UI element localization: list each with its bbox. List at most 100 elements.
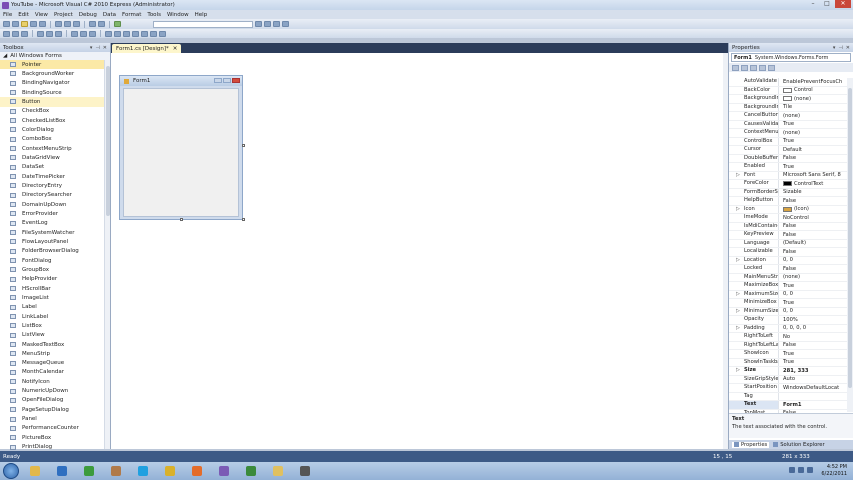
- property-value[interactable]: Form1: [779, 401, 848, 409]
- toolbox-item-checkbox[interactable]: CheckBox: [0, 107, 104, 116]
- horizontal-spacing-icon[interactable]: [105, 30, 112, 37]
- property-value[interactable]: [779, 393, 848, 401]
- expand-icon[interactable]: ▷: [736, 325, 740, 331]
- property-row-minimumsize[interactable]: ▷ MinimumSize 0, 0: [729, 307, 848, 316]
- toolbox-item-bindingsource[interactable]: BindingSource: [0, 88, 104, 97]
- menu-debug[interactable]: Debug: [79, 12, 97, 18]
- chrome-app[interactable]: [79, 464, 99, 479]
- align-rights-icon[interactable]: [21, 30, 28, 37]
- property-row-minimizebox[interactable]: MinimizeBox True: [729, 299, 848, 308]
- toolbox-item-pagesetupdialog[interactable]: PageSetupDialog: [0, 405, 104, 414]
- property-row-helpbutton[interactable]: HelpButton False: [729, 197, 848, 206]
- close-button[interactable]: ✕: [835, 0, 851, 8]
- align-lefts-icon[interactable]: [3, 30, 10, 37]
- property-value[interactable]: False: [779, 155, 848, 163]
- property-row-keypreview[interactable]: KeyPreview False: [729, 231, 848, 240]
- property-value[interactable]: False: [779, 342, 848, 350]
- align-middles-icon[interactable]: [46, 30, 53, 37]
- maximize-button[interactable]: □: [821, 0, 833, 8]
- property-value[interactable]: 100%: [779, 316, 848, 324]
- property-row-opacity[interactable]: Opacity 100%: [729, 316, 848, 325]
- toolbox-item-filesystemwatcher[interactable]: FileSystemWatcher: [0, 228, 104, 237]
- property-value[interactable]: False: [779, 231, 848, 239]
- clock[interactable]: 4:52 PM 6/22/2011: [821, 464, 847, 478]
- find-icon[interactable]: [255, 21, 262, 27]
- property-value[interactable]: 281, 333: [779, 367, 848, 375]
- excel-app[interactable]: [241, 464, 261, 479]
- property-value[interactable]: True: [779, 121, 848, 129]
- make-same-width-icon[interactable]: [71, 30, 78, 37]
- property-row-contextmenustrip[interactable]: ContextMenuStrip(none): [729, 129, 848, 138]
- cut-icon[interactable]: [55, 21, 62, 27]
- property-row-autovalidate[interactable]: AutoValidate EnablePreventFocusCh: [729, 78, 848, 87]
- property-value[interactable]: Default: [779, 146, 848, 154]
- property-value[interactable]: Tile: [779, 104, 848, 112]
- toolbox-scrollbar[interactable]: [104, 60, 110, 449]
- toolbox-item-panel[interactable]: Panel: [0, 414, 104, 423]
- property-row-cursor[interactable]: Cursor Default: [729, 146, 848, 155]
- close-icon[interactable]: ✕: [103, 45, 107, 51]
- property-value[interactable]: (none): [779, 129, 848, 137]
- property-value[interactable]: (none): [779, 95, 848, 103]
- property-value[interactable]: Auto: [779, 376, 848, 384]
- property-value[interactable]: 0, 0: [779, 257, 848, 265]
- property-row-font[interactable]: ▷ Font Microsoft Sans Serif, 8: [729, 171, 848, 180]
- property-value[interactable]: False: [779, 197, 848, 205]
- property-row-imemode[interactable]: ImeMode NoControl: [729, 214, 848, 223]
- menu-project[interactable]: Project: [54, 12, 73, 18]
- property-row-sizegripstyle[interactable]: SizeGripStyle Auto: [729, 375, 848, 384]
- toolbox-item-flowlayoutpanel[interactable]: FlowLayoutPanel: [0, 237, 104, 246]
- expand-icon[interactable]: ▷: [736, 367, 740, 373]
- app-generic[interactable]: [295, 464, 315, 479]
- toolbox-item-backgroundworker[interactable]: BackgroundWorker: [0, 69, 104, 78]
- designer-form[interactable]: Form1: [119, 75, 243, 220]
- make-same-height-icon[interactable]: [80, 30, 87, 37]
- property-value[interactable]: False: [779, 223, 848, 231]
- property-row-location[interactable]: ▷ Location 0, 0: [729, 256, 848, 265]
- categorized-icon[interactable]: [732, 64, 739, 71]
- toolbox-item-maskedtextbox[interactable]: MaskedTextBox: [0, 340, 104, 349]
- property-value[interactable]: 0, 0: [779, 291, 848, 299]
- toolbox-item-listview[interactable]: ListView: [0, 331, 104, 340]
- gimp-app[interactable]: [106, 464, 126, 479]
- toolbox-item-imagelist[interactable]: ImageList: [0, 293, 104, 302]
- action-center-icon[interactable]: [807, 467, 813, 473]
- property-row-enabled[interactable]: Enabled True: [729, 163, 848, 172]
- undo-icon[interactable]: [89, 21, 96, 27]
- property-value[interactable]: No: [779, 333, 848, 341]
- properties-scrollbar[interactable]: [847, 78, 853, 412]
- close-tab-icon[interactable]: ✕: [173, 46, 178, 52]
- send-to-back-icon[interactable]: [150, 30, 157, 37]
- bring-to-front-icon[interactable]: [141, 30, 148, 37]
- start-debugging-icon[interactable]: [114, 21, 121, 27]
- property-row-controlbox[interactable]: ControlBox True: [729, 137, 848, 146]
- resize-handle-right[interactable]: [242, 144, 245, 147]
- open-file-icon[interactable]: [21, 21, 28, 27]
- toolbox-item-notifyicon[interactable]: NotifyIcon: [0, 377, 104, 386]
- menu-help[interactable]: Help: [195, 12, 208, 18]
- toolbox-item-datagridview[interactable]: DataGridView: [0, 153, 104, 162]
- volume-icon[interactable]: [798, 467, 804, 473]
- property-value[interactable]: (none): [779, 274, 848, 282]
- property-value[interactable]: True: [779, 282, 848, 290]
- toolbox-item-directoryentry[interactable]: DirectoryEntry: [0, 181, 104, 190]
- property-row-showintaskbar[interactable]: ShowInTaskbar True: [729, 358, 848, 367]
- property-value[interactable]: WindowsDefaultLocat: [779, 384, 848, 392]
- toolbox-item-groupbox[interactable]: GroupBox: [0, 265, 104, 274]
- dropdown-icon[interactable]: ▾: [833, 45, 836, 51]
- property-row-padding[interactable]: ▷ Padding 0, 0, 0, 0: [729, 324, 848, 333]
- toolbox-item-folderbrowserdialog[interactable]: FolderBrowserDialog: [0, 247, 104, 256]
- property-value[interactable]: Microsoft Sans Serif, 8: [779, 172, 848, 180]
- menu-edit[interactable]: Edit: [18, 12, 29, 18]
- align-tops-icon[interactable]: [37, 30, 44, 37]
- property-row-backgroundimagelayout[interactable]: BackgroundImageLayoutTile: [729, 103, 848, 112]
- toolbox-item-datetimepicker[interactable]: DateTimePicker: [0, 172, 104, 181]
- center-vertically-icon[interactable]: [132, 30, 139, 37]
- object-selector[interactable]: Form1 System.Windows.Forms.Form: [731, 53, 851, 62]
- toolbox-item-pointer[interactable]: Pointer: [0, 60, 104, 70]
- menu-format[interactable]: Format: [122, 12, 141, 18]
- toolbox-item-bindingnavigator[interactable]: BindingNavigator: [0, 79, 104, 88]
- find-combo[interactable]: [153, 20, 253, 28]
- expand-icon[interactable]: ▷: [736, 206, 740, 212]
- form-designer-surface[interactable]: Form1: [111, 53, 728, 449]
